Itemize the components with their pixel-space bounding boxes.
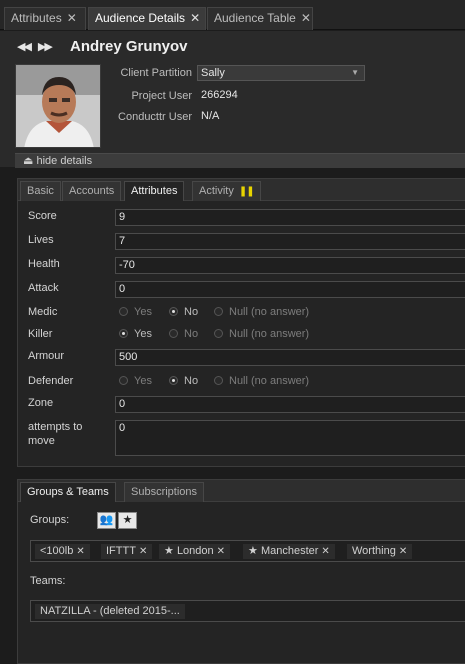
remove-icon[interactable]: ✕ bbox=[399, 546, 407, 557]
medic-no-radio[interactable]: No bbox=[169, 306, 198, 318]
defender-yes-radio[interactable]: Yes bbox=[119, 375, 152, 387]
defender-no-radio[interactable]: No bbox=[169, 375, 198, 387]
killer-no-radio[interactable]: No bbox=[169, 328, 198, 340]
attr-label: Score bbox=[28, 210, 57, 222]
medic-null-radio[interactable]: Null (no answer) bbox=[214, 306, 309, 318]
tab-audience-details[interactable]: Audience Details ✕ bbox=[88, 7, 206, 30]
attr-label: Medic bbox=[28, 306, 58, 318]
attr-label: Attack bbox=[28, 282, 59, 294]
groups-tab-bar: Groups & Teams Subscriptions bbox=[18, 480, 465, 502]
star-icon: ★ bbox=[122, 514, 133, 526]
group-icon-button[interactable]: 👥 bbox=[97, 512, 116, 529]
remove-icon[interactable]: ✕ bbox=[217, 546, 225, 557]
remove-icon[interactable]: ✕ bbox=[139, 546, 147, 557]
star-icon: ★ bbox=[248, 545, 258, 557]
conducttr-user-value: N/A bbox=[201, 110, 220, 122]
tab-subscriptions[interactable]: Subscriptions bbox=[124, 482, 205, 502]
group-tag: ★ Manchester ✕ bbox=[243, 544, 335, 559]
next-record-icon[interactable]: ▶▶ bbox=[38, 41, 53, 53]
attr-label: Killer bbox=[28, 328, 53, 340]
groups-tag-box: <100lb ✕ IFTTT ✕ ★ London ✕ ★ Manchester ✕ W… bbox=[30, 540, 465, 562]
star-icon-button[interactable]: ★ bbox=[118, 512, 137, 529]
attr-label: Zone bbox=[28, 397, 54, 409]
close-icon[interactable]: ✕ bbox=[67, 8, 77, 29]
person-name: Andrey Grunyov bbox=[70, 38, 188, 55]
close-icon[interactable]: ✕ bbox=[190, 8, 200, 29]
previous-record-icon[interactable]: ◀◀ bbox=[17, 41, 32, 53]
tab-accounts[interactable]: Accounts bbox=[62, 181, 122, 201]
tab-attributes-sub[interactable]: Attributes bbox=[124, 181, 185, 201]
defender-null-radio[interactable]: Null (no answer) bbox=[214, 375, 309, 387]
score-input[interactable]: 9 bbox=[115, 209, 465, 226]
chevron-down-icon: ▼ bbox=[351, 68, 359, 77]
lives-input[interactable]: 7 bbox=[115, 233, 465, 250]
attributes-panel: Basic Accounts Attributes Activity ❚❚ Sco… bbox=[17, 178, 465, 467]
team-tag[interactable]: NATZILLA - (deleted 2015-... bbox=[35, 604, 185, 619]
health-input[interactable]: -70 bbox=[115, 257, 465, 274]
group-tag: IFTTT ✕ bbox=[101, 544, 153, 559]
attack-input[interactable]: 0 bbox=[115, 281, 465, 298]
profile-header: ◀◀ ▶▶ Andrey Grunyov Client Partition Sal… bbox=[0, 31, 465, 167]
star-icon: ★ bbox=[164, 545, 174, 557]
armour-input[interactable]: 500 bbox=[115, 349, 465, 366]
medic-yes-radio[interactable]: Yes bbox=[119, 306, 152, 318]
top-tab-bar: Attributes ✕ Audience Details ✕ Audience T… bbox=[0, 0, 465, 30]
tab-audience-table[interactable]: Audience Table ✕ bbox=[207, 7, 313, 30]
attempts-input[interactable]: 0 bbox=[115, 420, 465, 456]
attr-label: attempts to move bbox=[28, 421, 83, 447]
project-user-value: 266294 bbox=[201, 89, 238, 101]
groups-label: Groups: bbox=[30, 514, 70, 526]
record-nav: ◀◀ ▶▶ bbox=[17, 40, 59, 53]
groups-panel: Groups & Teams Subscriptions Groups: 👥 ★… bbox=[17, 479, 465, 664]
remove-icon[interactable]: ✕ bbox=[76, 546, 84, 557]
pause-icon: ❚❚ bbox=[238, 186, 255, 197]
attr-label: Defender bbox=[28, 375, 74, 387]
eject-icon: ⏏ bbox=[23, 155, 34, 167]
conducttr-user-label: Conducttr User bbox=[118, 111, 192, 123]
tab-groups-teams[interactable]: Groups & Teams bbox=[20, 482, 116, 502]
group-tag: <100lb ✕ bbox=[35, 544, 90, 559]
group-tag: ★ London ✕ bbox=[159, 544, 231, 559]
close-icon[interactable]: ✕ bbox=[301, 8, 311, 29]
group-icon: 👥 bbox=[99, 514, 114, 526]
group-tag: Worthing ✕ bbox=[347, 544, 413, 559]
attr-label: Armour bbox=[28, 350, 65, 362]
tab-basic[interactable]: Basic bbox=[20, 181, 61, 201]
remove-icon[interactable]: ✕ bbox=[321, 546, 329, 557]
teams-tag-box: NATZILLA - (deleted 2015-... bbox=[30, 600, 465, 622]
attr-label: Lives bbox=[28, 234, 54, 246]
attr-label: Health bbox=[28, 258, 60, 270]
tab-attributes[interactable]: Attributes ✕ bbox=[4, 7, 86, 30]
killer-null-radio[interactable]: Null (no answer) bbox=[214, 328, 309, 340]
hide-details-toggle[interactable]: ⏏ hide details bbox=[15, 153, 465, 168]
attribute-tab-bar: Basic Accounts Attributes Activity ❚❚ bbox=[18, 179, 465, 201]
killer-yes-radio[interactable]: Yes bbox=[119, 328, 152, 340]
tab-activity[interactable]: Activity ❚❚ bbox=[192, 181, 261, 201]
client-partition-label: Client Partition bbox=[120, 67, 192, 79]
zone-input[interactable]: 0 bbox=[115, 396, 465, 413]
client-partition-select[interactable]: Sally ▼ bbox=[197, 65, 365, 81]
teams-label: Teams: bbox=[30, 575, 66, 587]
project-user-label: Project User bbox=[131, 90, 192, 102]
